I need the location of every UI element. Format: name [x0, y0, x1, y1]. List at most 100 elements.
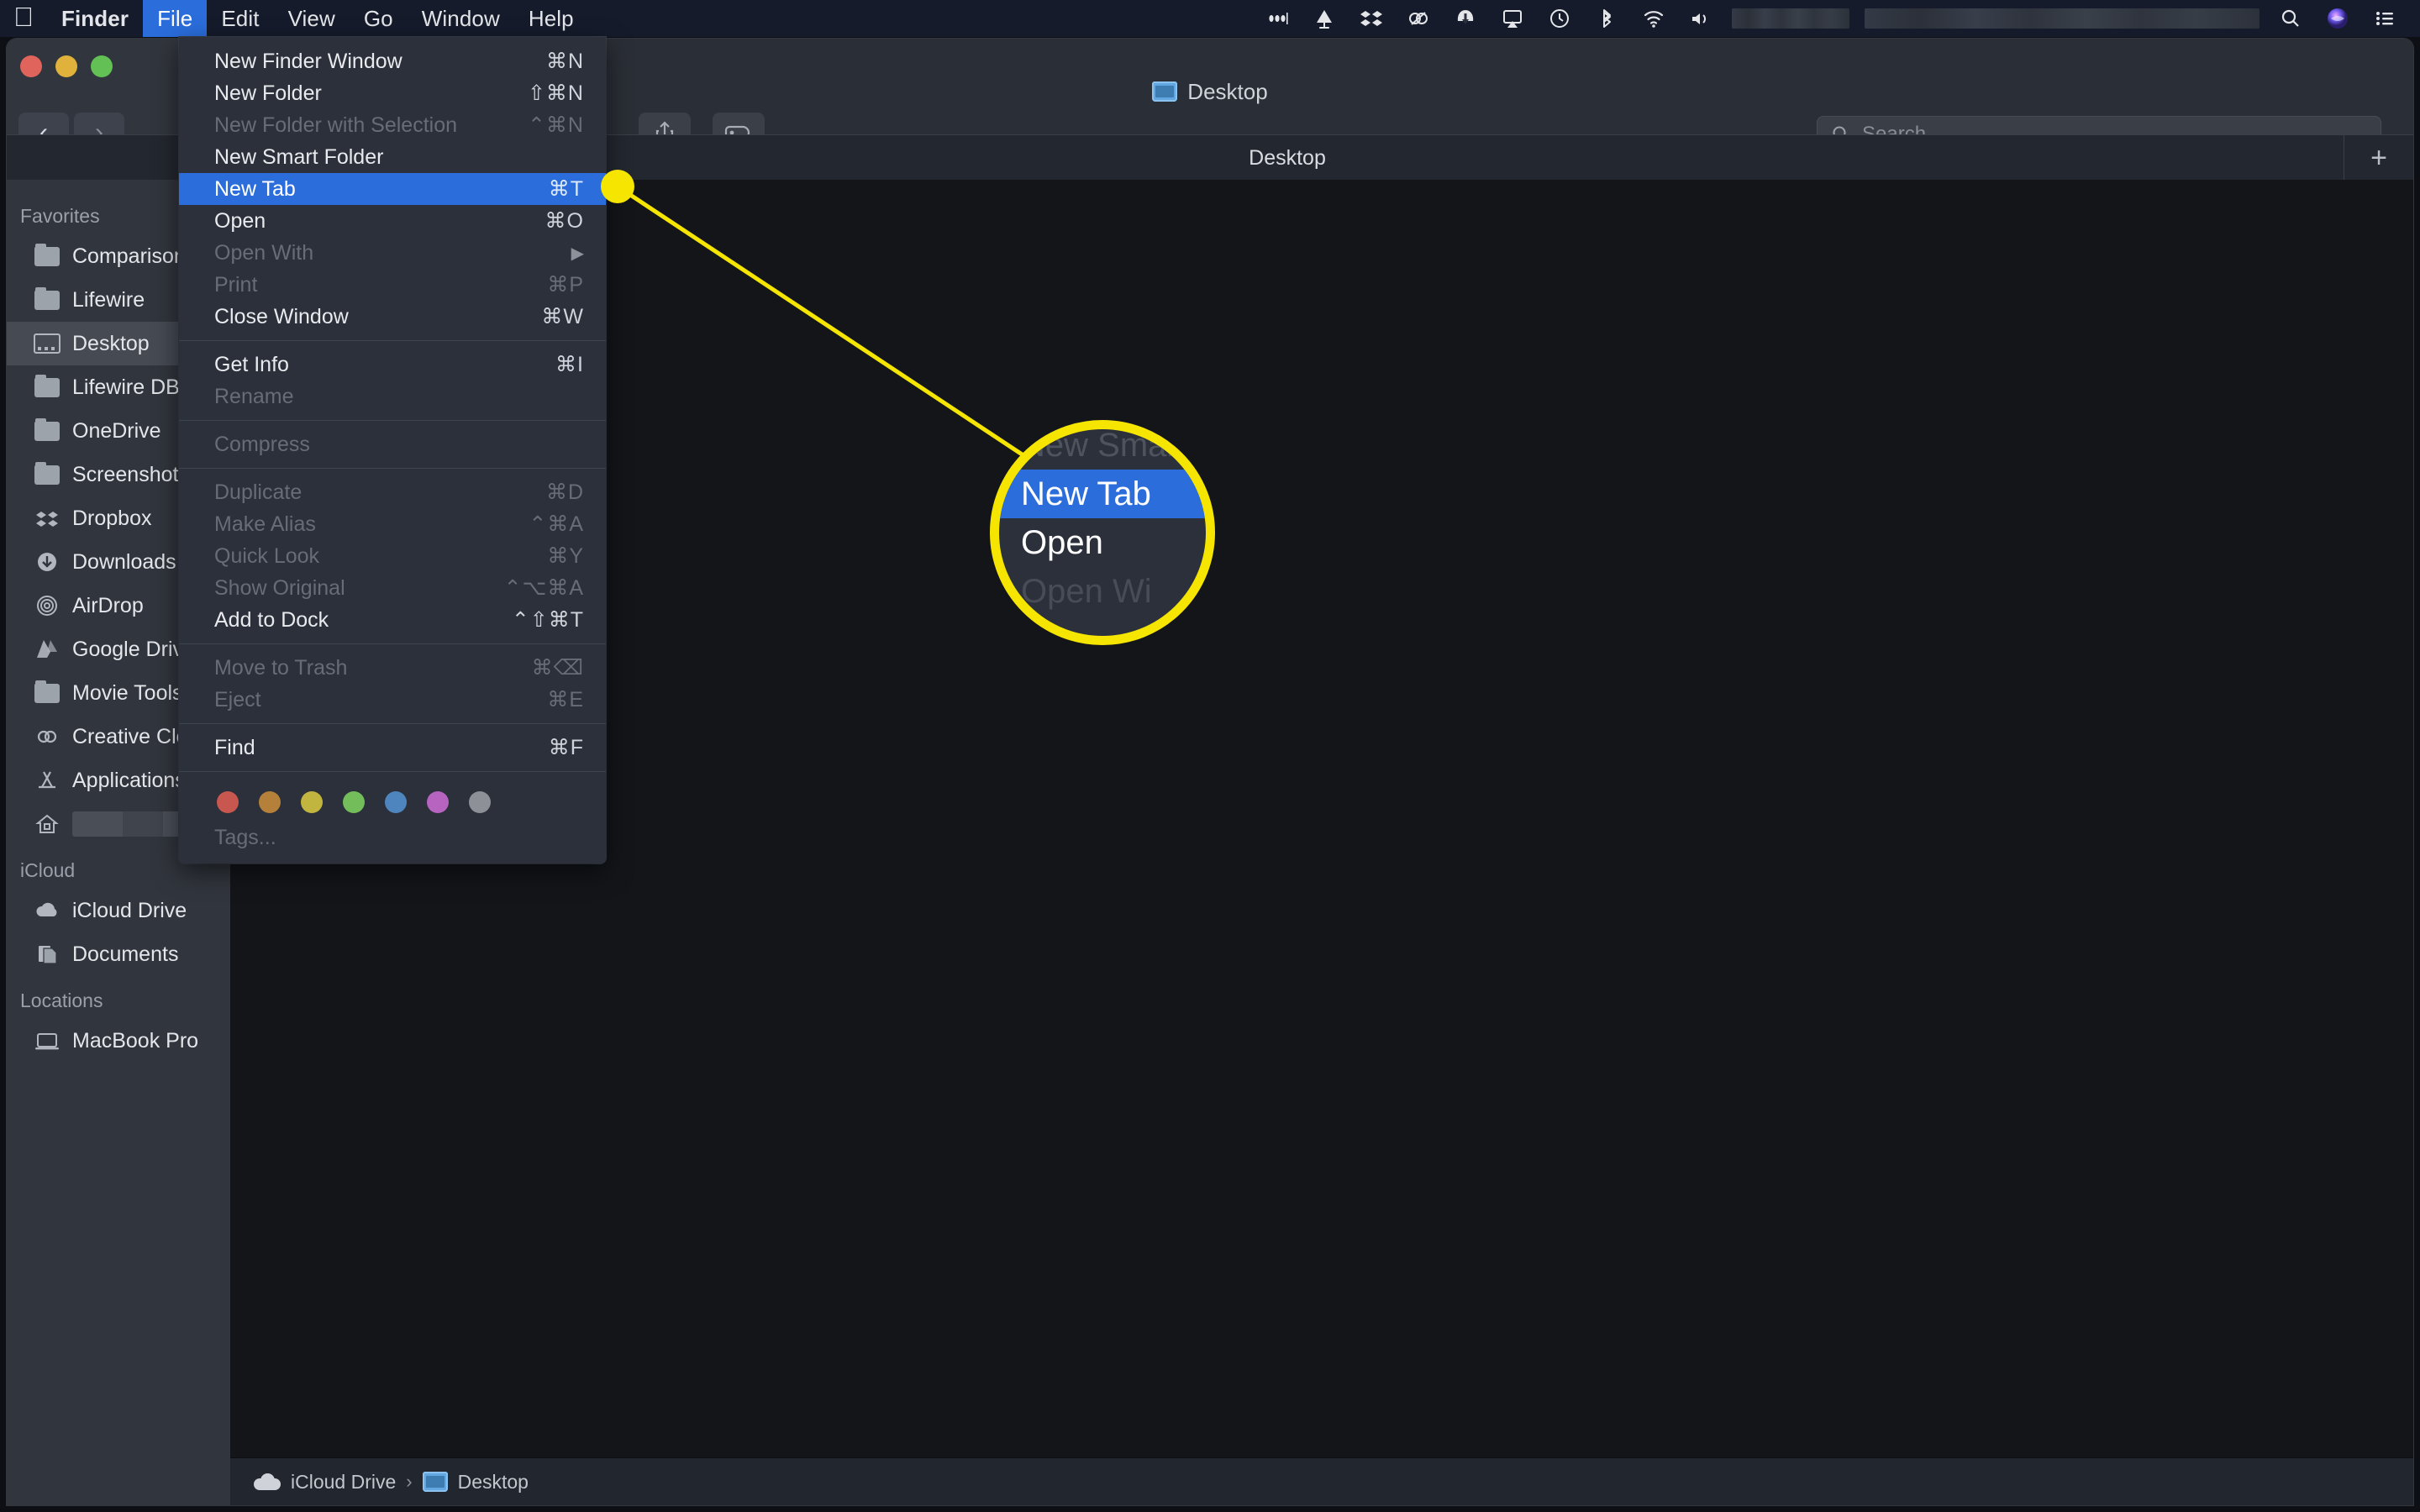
sidebar-item-icloud-drive[interactable]: iCloud Drive: [7, 889, 230, 932]
menu-item-close-window[interactable]: Close Window ⌘W: [179, 301, 606, 333]
menu-separator: [179, 420, 606, 421]
search-icon[interactable]: [2267, 0, 2314, 37]
magnified-menu-row-new-tab: New Tab: [999, 470, 1206, 518]
tag-color-swatch-1[interactable]: [259, 791, 281, 813]
menu-item-print[interactable]: Print ⌘P: [179, 269, 606, 301]
menu-item-label: Add to Dock: [214, 607, 329, 632]
apple-menu-button[interactable]: : [0, 0, 47, 37]
tag-color-swatch-5[interactable]: [427, 791, 449, 813]
sidebar-item-label: AirDrop: [72, 593, 144, 617]
tag-color-swatch-0[interactable]: [217, 791, 239, 813]
sidebar-item-macbook-pro[interactable]: MacBook Pro: [7, 1019, 230, 1063]
control-center-icon[interactable]: [2361, 0, 2408, 37]
apple-logo-icon: : [13, 3, 34, 30]
path-segment-icloud[interactable]: iCloud Drive: [291, 1471, 396, 1494]
blue-folder-icon: [1152, 81, 1178, 102]
new-tab-button[interactable]: +: [2344, 135, 2413, 181]
magnified-menu-row-open-wi: Open Wi: [1021, 572, 1152, 610]
menu-item-show-original[interactable]: Show Original ⌃⌥⌘A: [179, 572, 606, 604]
menu-item-shortcut: ⌘E: [547, 688, 584, 711]
tag-color-swatch-3[interactable]: [343, 791, 365, 813]
siri-icon[interactable]: [2314, 0, 2361, 37]
menu-item-shortcut: ⌘D: [545, 480, 584, 504]
menu-item-quick-look[interactable]: Quick Look ⌘Y: [179, 540, 606, 572]
menu-item-get-info[interactable]: Get Info ⌘I: [179, 349, 606, 381]
menu-item-new-finder-window[interactable]: New Finder Window ⌘N: [179, 45, 606, 77]
menu-bar-item-edit[interactable]: Edit: [207, 0, 273, 37]
menu-item-shortcut: ⌘N: [545, 50, 584, 73]
menu-item-label: Rename: [214, 384, 294, 408]
tag-color-swatch-2[interactable]: [301, 791, 323, 813]
maximize-button[interactable]: [91, 55, 113, 77]
menu-item-rename[interactable]: Rename: [179, 381, 606, 412]
menu-item-label: Quick Look: [214, 543, 320, 568]
close-button[interactable]: [20, 55, 42, 77]
menu-item-duplicate[interactable]: Duplicate ⌘D: [179, 476, 606, 508]
sidebar-item-label: Comparison: [72, 244, 186, 268]
menu-item-label: Make Alias: [214, 512, 316, 536]
window-title-text: Desktop: [1187, 78, 1268, 104]
menu-item-open-with[interactable]: Open With ▶: [179, 237, 606, 269]
menu-bar-item-go[interactable]: Go: [350, 0, 408, 37]
menu-item-open[interactable]: Open ⌘O: [179, 205, 606, 237]
menu-item-new-folder[interactable]: New Folder ⇧⌘N: [179, 77, 606, 109]
bluetooth-icon[interactable]: [1583, 0, 1630, 37]
menu-item-add-to-dock[interactable]: Add to Dock ⌃⇧⌘T: [179, 604, 606, 636]
menu-item-new-tab[interactable]: New Tab ⌘T: [179, 173, 606, 205]
menu-item-move-to-trash[interactable]: Move to Trash ⌘⌫: [179, 652, 606, 684]
sidebar-item-label: Lifewire DB: [72, 375, 180, 399]
sidebar-item-label: Lifewire: [72, 287, 145, 312]
menu-item-shortcut: ⌘I: [555, 353, 584, 376]
airplay-icon[interactable]: [1489, 0, 1536, 37]
menu-item-eject[interactable]: Eject ⌘E: [179, 684, 606, 716]
magnified-menu-row-open: Open: [1021, 523, 1103, 561]
menu-item-label: New Folder with Selection: [214, 113, 458, 137]
ellipsis-icon[interactable]: [1254, 0, 1301, 37]
menu-bar-item-help[interactable]: Help: [514, 0, 588, 37]
menu-item-new-folder-with-selection[interactable]: New Folder with Selection ⌃⌘N: [179, 109, 606, 141]
sidebar-item-label: Downloads: [72, 549, 176, 574]
volume-icon[interactable]: [1677, 0, 1724, 37]
minimize-button[interactable]: [55, 55, 77, 77]
menu-item-shortcut: ⌃⌥⌘A: [503, 576, 584, 600]
menu-bar-item-finder[interactable]: Finder: [47, 0, 143, 37]
airdrop-icon: [34, 592, 60, 619]
menu-item-new-smart-folder[interactable]: New Smart Folder: [179, 141, 606, 173]
menu-item-label: Get Info: [214, 352, 289, 376]
creative-cloud-icon[interactable]: [1395, 0, 1442, 37]
home-icon: [34, 811, 60, 837]
time-machine-icon[interactable]: [1536, 0, 1583, 37]
menu-item-compress[interactable]: Compress: [179, 428, 606, 460]
downloads-icon: [34, 549, 60, 575]
applications-icon: [34, 767, 60, 794]
menu-item-label: Open With: [214, 240, 314, 265]
menu-bar-status-area: [1254, 0, 2420, 37]
menu-item-label: Duplicate: [214, 480, 302, 504]
sidebar-item-documents[interactable]: Documents: [7, 932, 230, 976]
dropbox-icon[interactable]: [1348, 0, 1395, 37]
menu-item-label: New Folder: [214, 81, 322, 105]
menu-item-tags[interactable]: Tags...: [179, 822, 606, 853]
menu-item-make-alias[interactable]: Make Alias ⌃⌘A: [179, 508, 606, 540]
path-segment-desktop[interactable]: Desktop: [458, 1471, 529, 1494]
menu-bar-item-file[interactable]: File: [143, 0, 208, 37]
menu-item-label: Move to Trash: [214, 655, 348, 680]
file-menu-dropdown[interactable]: New Finder Window ⌘N New Folder ⇧⌘N New Fold…: [179, 37, 606, 864]
menu-item-shortcut: ⌘O: [544, 209, 584, 233]
path-bar: iCloud Drive › Desktop: [230, 1457, 2413, 1505]
bell-lamp-icon[interactable]: [1301, 0, 1348, 37]
sidebar-item-label: Applications: [72, 768, 186, 792]
menu-separator: [179, 468, 606, 469]
menu-item-shortcut: ⌘⌫: [531, 656, 584, 680]
wifi-icon[interactable]: [1630, 0, 1677, 37]
sidebar-item-label: Google Drive: [72, 637, 195, 661]
onedrive-cloud-icon[interactable]: [1442, 0, 1489, 37]
tag-color-row: [179, 780, 606, 822]
tag-color-swatch-4[interactable]: [385, 791, 407, 813]
menu-bar-item-view[interactable]: View: [274, 0, 350, 37]
redacted-menubar-region-1: [1732, 8, 1849, 29]
menu-bar-item-window[interactable]: Window: [408, 0, 514, 37]
path-separator: ›: [406, 1471, 413, 1492]
menu-item-find[interactable]: Find ⌘F: [179, 732, 606, 764]
tag-color-swatch-6[interactable]: [469, 791, 491, 813]
